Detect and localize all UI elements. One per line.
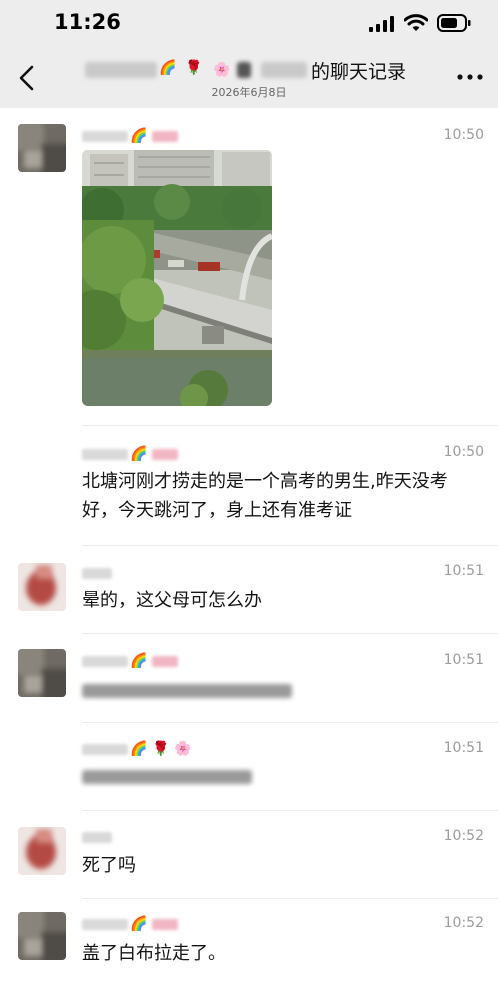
divider [82, 722, 498, 723]
sender-name: 🌈 🌹 🌸 [82, 741, 202, 757]
redacted-name [237, 62, 251, 78]
redacted-name [85, 62, 157, 78]
battery-icon [437, 14, 471, 32]
message-text: 死了吗 [82, 855, 136, 876]
avatar[interactable] [18, 827, 66, 875]
timestamp: 10:52 [443, 915, 484, 931]
clock: 11:26 [54, 10, 121, 34]
divider [82, 545, 498, 546]
sender-name: 🌈 [82, 916, 202, 932]
sender-name: 🌈 [82, 446, 202, 462]
divider [82, 633, 498, 634]
sender-name [82, 565, 202, 581]
rose-emoji: 🌹 [185, 60, 203, 76]
sender-name: 🌈 [82, 653, 202, 669]
timestamp: 10:51 [443, 563, 484, 579]
avatar[interactable] [18, 124, 66, 172]
timestamp: 10:51 [443, 652, 484, 668]
page-title: 🌈 🌹 🌸 的聊天记录 [85, 56, 425, 86]
divider [82, 425, 498, 426]
signal-icon [369, 16, 394, 32]
sender-name: 🌈 [82, 128, 202, 144]
title-suffix: 的聊天记录 [311, 61, 407, 83]
message-item: 🌈 🌹 🌸 10:51 [0, 731, 498, 811]
message-item: 10:51 晕的，这父母可怎么办 [0, 555, 498, 635]
history-date: 2026年6月8日 [211, 86, 287, 99]
timestamp: 10:50 [443, 444, 484, 460]
timestamp: 10:52 [443, 828, 484, 844]
wifi-icon [404, 14, 428, 31]
message-item: 10:52 死了吗 [0, 819, 498, 899]
timestamp: 10:50 [443, 127, 484, 143]
status-bar: 11:26 [0, 0, 498, 48]
timestamp: 10:51 [443, 740, 484, 756]
message-text: 晕的，这父母可怎么办 [82, 590, 262, 611]
chat-photo[interactable] [82, 150, 272, 406]
divider [82, 810, 498, 811]
photo-image [82, 150, 272, 406]
message-item: 🌈 10:52 盖了白布拉走了。 [0, 906, 498, 983]
chat-history-header: 🌈 🌹 🌸 的聊天记录 2026年6月8日 [0, 48, 498, 108]
message-text: 北塘河刚才捞走的是一个高考的男生,昨天没考好，今天跳河了，身上还有准考证 [82, 471, 448, 521]
blossom-emoji: 🌸 [213, 62, 231, 78]
message-item: 🌈 10:50 北塘河刚才捞走的是一个高考的男生,昨天没考好，今天跳河了，身上还… [0, 436, 498, 546]
more-dots-icon[interactable] [455, 70, 485, 84]
avatar[interactable] [18, 912, 66, 960]
message-text: 盖了白布拉走了。 [82, 943, 226, 964]
message-item: 🌈 10:51 [0, 643, 498, 723]
sender-name [82, 829, 202, 845]
redacted-name [261, 62, 307, 78]
avatar[interactable] [18, 649, 66, 697]
divider [82, 898, 498, 899]
avatar[interactable] [18, 563, 66, 611]
rainbow-emoji: 🌈 [159, 60, 177, 76]
